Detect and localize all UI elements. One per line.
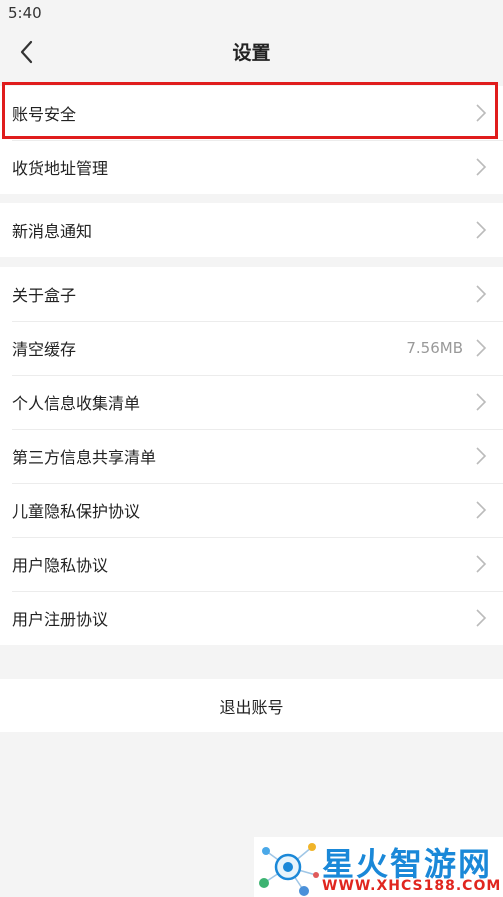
row-third-party-sharing-list[interactable]: 第三方信息共享清单 [0, 429, 503, 483]
logout-label: 退出账号 [219, 697, 284, 717]
row-label: 第三方信息共享清单 [12, 448, 157, 467]
row-label: 清空缓存 [12, 340, 77, 359]
row-label: 关于盒子 [12, 286, 77, 305]
cache-size-value: 7.56MB [406, 339, 463, 357]
row-label: 个人信息收集清单 [12, 394, 141, 413]
row-address-management[interactable]: 收货地址管理 [0, 140, 503, 194]
chevron-right-icon [476, 447, 487, 465]
network-logo-icon [259, 843, 319, 896]
row-personal-info-list[interactable]: 个人信息收集清单 [0, 375, 503, 429]
row-user-privacy-agreement[interactable]: 用户隐私协议 [0, 537, 503, 591]
watermark-url: WWW.XHCS188.COM [322, 878, 502, 894]
row-user-registration-agreement[interactable]: 用户注册协议 [0, 591, 503, 645]
row-child-privacy-agreement[interactable]: 儿童隐私保护协议 [0, 483, 503, 537]
settings-group-account: 账号安全 收货地址管理 [0, 86, 503, 194]
chevron-right-icon [476, 393, 487, 411]
chevron-right-icon [476, 339, 487, 357]
watermark: 星火智游网 WWW.XHCS188.COM [254, 837, 503, 897]
row-about-box[interactable]: 关于盒子 [0, 267, 503, 321]
row-label: 账号安全 [12, 105, 77, 124]
settings-group-about: 关于盒子 清空缓存 7.56MB 个人信息收集清单 第三方信息共享清单 儿童隐私… [0, 267, 503, 645]
chevron-right-icon [476, 501, 487, 519]
chevron-right-icon [476, 221, 487, 239]
chevron-right-icon [476, 158, 487, 176]
logout-button[interactable]: 退出账号 [0, 679, 503, 732]
status-time: 5:40 [8, 4, 42, 22]
row-account-security[interactable]: 账号安全 [0, 86, 503, 140]
nav-bar: 设置 [0, 28, 503, 76]
chevron-right-icon [476, 104, 487, 122]
chevron-right-icon [476, 555, 487, 573]
row-clear-cache[interactable]: 清空缓存 7.56MB [0, 321, 503, 375]
row-label: 收货地址管理 [12, 159, 109, 178]
chevron-right-icon [476, 609, 487, 627]
row-label: 新消息通知 [12, 222, 93, 241]
chevron-right-icon [476, 285, 487, 303]
row-label: 用户注册协议 [12, 610, 109, 629]
status-bar: 5:40 [0, 0, 503, 28]
row-label: 儿童隐私保护协议 [12, 502, 141, 521]
row-label: 用户隐私协议 [12, 556, 109, 575]
settings-group-notifications: 新消息通知 [0, 203, 503, 257]
page-title: 设置 [232, 42, 271, 64]
row-new-message-notification[interactable]: 新消息通知 [0, 203, 503, 257]
